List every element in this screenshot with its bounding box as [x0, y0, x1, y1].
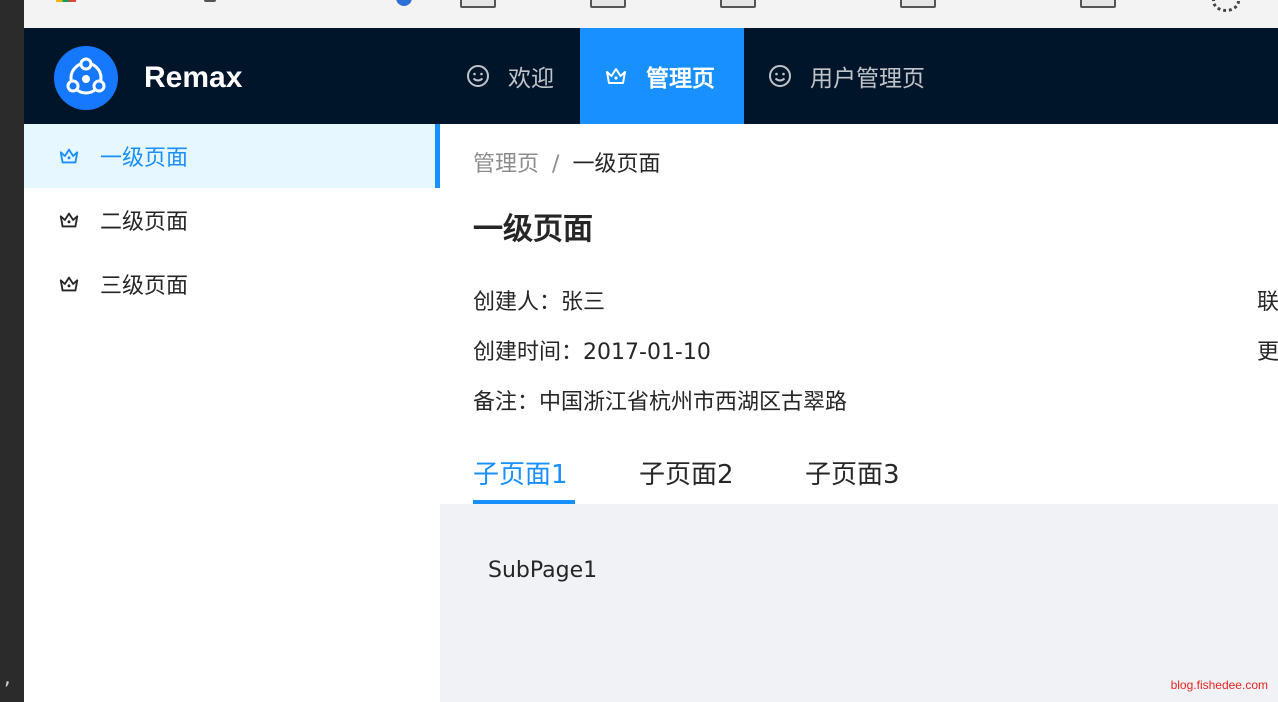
description-updated-clipped: 更 [1257, 340, 1278, 365]
editor-gutter: , [0, 0, 24, 702]
description-contact-clipped: 联 [1257, 290, 1278, 315]
main-content: 管理页 / 一级页面 一级页面 创建人：张三 创建时间：2017-01-10 备… [440, 124, 1278, 702]
description-label: 创建人： [473, 290, 562, 315]
tab-subpage3[interactable]: 子页面3 [805, 454, 900, 491]
bookmark-folder-icon[interactable] [900, 0, 936, 8]
description-value: 张三 [561, 290, 606, 315]
pin-icon[interactable] [396, 0, 412, 6]
app-name: Remax [144, 61, 243, 94]
nav-item-admin[interactable]: 管理页 [580, 28, 744, 124]
sidebar-item-label: 一级页面 [100, 146, 189, 171]
nav-item-user-admin[interactable]: 用户管理页 [744, 28, 949, 124]
tab-subpage1[interactable]: 子页面1 [473, 454, 568, 491]
breadcrumb-parent[interactable]: 管理页 [473, 152, 539, 177]
tab-subpage2[interactable]: 子页面2 [639, 454, 734, 491]
brand[interactable]: Remax [54, 46, 242, 110]
description-creator: 创建人：张三 [473, 284, 605, 316]
bookmark-icon[interactable] [204, 0, 216, 2]
smile-icon [768, 64, 792, 88]
description-label: 备注： [473, 390, 540, 415]
description-created-time: 创建时间：2017-01-10 [473, 334, 711, 366]
browser-bookmarks-bar [24, 0, 1278, 29]
crown-icon [58, 145, 80, 167]
top-navigation: Remax 欢迎 管理页 用户管理页 [24, 28, 1278, 124]
sidebar-item-level2[interactable]: 二级页面 [24, 188, 440, 252]
editor-glyph: , [2, 668, 13, 689]
breadcrumb: 管理页 / 一级页面 [473, 146, 660, 178]
nav-item-label: 欢迎 [508, 66, 554, 92]
bookmark-folder-icon[interactable] [590, 0, 626, 8]
nav-item-label: 管理页 [646, 66, 715, 92]
description-remark: 备注：中国浙江省杭州市西湖区古翠路 [473, 384, 847, 416]
logo-icon [54, 46, 118, 110]
nav-item-label: 用户管理页 [810, 66, 925, 92]
breadcrumb-current: 一级页面 [572, 152, 661, 177]
description-value: 2017-01-10 [583, 340, 711, 365]
nav-item-welcome[interactable]: 欢迎 [442, 28, 578, 124]
smile-icon [466, 64, 490, 88]
tab-panel: SubPage1 blog.fishedee.com [440, 504, 1278, 702]
crown-icon [58, 209, 80, 231]
watermark: blog.fishedee.com [1170, 678, 1268, 692]
tab-panel-text: SubPage1 [488, 558, 598, 583]
crown-icon [58, 273, 80, 295]
sidebar-item-label: 三级页面 [100, 274, 189, 299]
description-label: 创建时间： [473, 340, 584, 365]
sidebar-item-label: 二级页面 [100, 210, 189, 235]
sidebar-item-level1[interactable]: 一级页面 [24, 124, 440, 188]
settings-icon[interactable] [1212, 0, 1240, 12]
page-title: 一级页面 [473, 212, 593, 247]
bookmark-folder-icon[interactable] [1080, 0, 1116, 8]
sidebar: 一级页面 二级页面 三级页面 [24, 124, 440, 702]
bookmark-folder-icon[interactable] [720, 0, 756, 8]
sidebar-item-level3[interactable]: 三级页面 [24, 252, 440, 316]
breadcrumb-separator: / [552, 152, 560, 177]
apps-icon[interactable] [56, 0, 76, 2]
description-value: 中国浙江省杭州市西湖区古翠路 [539, 390, 848, 415]
bookmark-folder-icon[interactable] [460, 0, 496, 8]
crown-icon [604, 64, 628, 88]
